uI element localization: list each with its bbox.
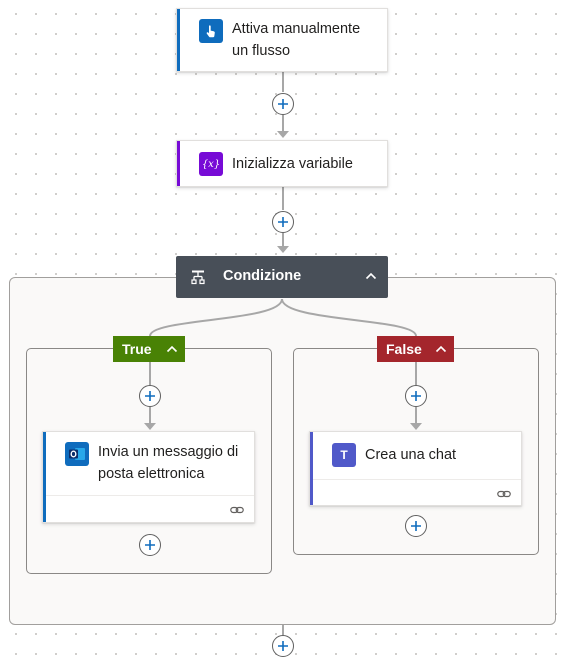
false-branch-badge[interactable]: False bbox=[377, 336, 454, 362]
plus-icon bbox=[145, 391, 155, 401]
chevron-up-icon[interactable] bbox=[434, 342, 448, 359]
connector-line bbox=[149, 407, 151, 424]
add-step-button[interactable] bbox=[272, 635, 294, 657]
true-branch-label: True bbox=[122, 341, 152, 357]
plus-icon bbox=[411, 521, 421, 531]
send-email-title-line2: posta elettronica bbox=[98, 466, 205, 482]
chevron-up-icon[interactable] bbox=[165, 342, 179, 359]
outlook-icon bbox=[65, 442, 89, 466]
connector-line bbox=[415, 407, 417, 424]
create-chat-card[interactable]: T Crea una chat bbox=[309, 431, 522, 506]
add-step-button[interactable] bbox=[405, 515, 427, 537]
add-step-button[interactable] bbox=[139, 385, 161, 407]
connector-line bbox=[282, 625, 284, 635]
false-branch-label: False bbox=[386, 341, 422, 357]
condition-icon bbox=[190, 269, 206, 290]
plus-icon bbox=[411, 391, 421, 401]
card-footer bbox=[313, 479, 521, 507]
connector-arrow bbox=[144, 423, 156, 430]
link-icon bbox=[230, 503, 244, 521]
condition-title: Condizione bbox=[223, 268, 302, 284]
link-icon bbox=[497, 487, 511, 505]
connector-arrow bbox=[410, 423, 422, 430]
plus-icon bbox=[145, 540, 155, 550]
add-step-button[interactable] bbox=[405, 385, 427, 407]
condition-header[interactable]: Condizione bbox=[176, 256, 388, 298]
teams-icon-letter: T bbox=[340, 448, 348, 462]
card-footer bbox=[46, 495, 254, 524]
plus-icon bbox=[278, 641, 288, 651]
create-chat-title: Crea una chat bbox=[365, 447, 457, 463]
send-email-title-line1: Invia un messaggio di bbox=[98, 444, 239, 460]
send-email-title: Invia un messaggio di posta elettronica bbox=[98, 441, 238, 485]
add-step-button[interactable] bbox=[139, 534, 161, 556]
teams-icon: T bbox=[332, 443, 356, 467]
connector-line bbox=[415, 362, 417, 385]
chevron-up-icon[interactable] bbox=[364, 269, 378, 288]
connector-line bbox=[149, 362, 151, 385]
true-branch-badge[interactable]: True bbox=[113, 336, 185, 362]
send-email-card[interactable]: Invia un messaggio di posta elettronica bbox=[42, 431, 255, 523]
